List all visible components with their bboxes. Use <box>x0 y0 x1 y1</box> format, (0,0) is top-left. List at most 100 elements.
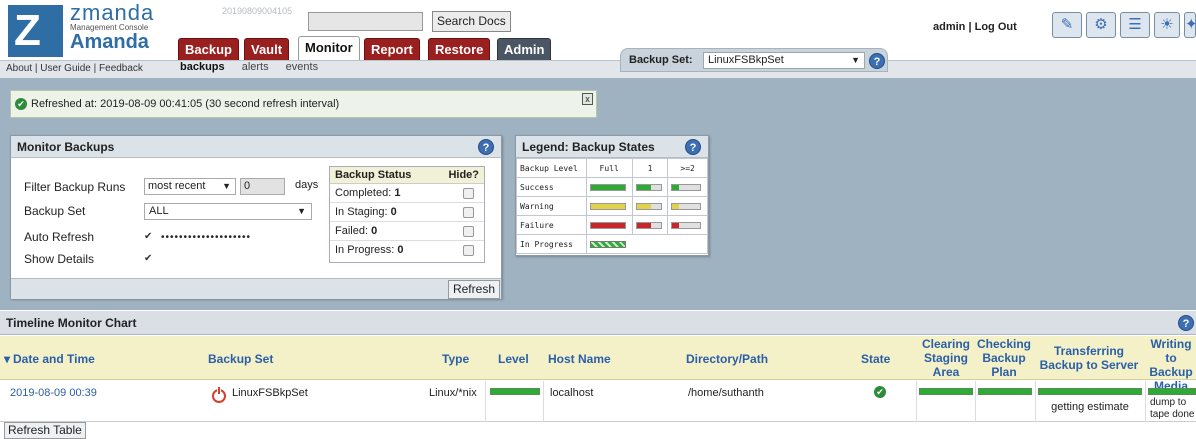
close-icon[interactable]: x <box>582 93 593 105</box>
status-label: Failed: <box>335 225 369 237</box>
warning-2-bar <box>671 202 702 210</box>
col-level[interactable]: Level <box>498 352 529 366</box>
show-details-checkbox[interactable]: ✔ <box>144 254 155 265</box>
tab-restore[interactable]: Restore <box>428 38 491 60</box>
timeline-panel: Timeline Monitor Chart ? ▾ Date and Time… <box>0 311 1196 439</box>
tab-admin[interactable]: Admin <box>497 38 552 60</box>
sort-desc-icon: ▾ <box>4 352 11 366</box>
col-type[interactable]: Type <box>442 352 469 366</box>
backup-set-value: LinuxFSBkpSet <box>708 54 784 66</box>
monitor-title: Monitor Backups <box>17 140 115 154</box>
help-icon[interactable]: ? <box>685 139 701 155</box>
backup-set-label: Backup Set: <box>629 54 693 66</box>
power-icon[interactable] <box>212 386 226 403</box>
help-links[interactable]: About | User Guide | Feedback <box>6 63 143 74</box>
col-host[interactable]: Host Name <box>548 352 611 366</box>
success-full-bar <box>589 183 626 191</box>
chevron-down-icon: ▼ <box>222 181 231 191</box>
refresh-table-button[interactable]: Refresh Table <box>4 422 86 439</box>
write-note: dump to tape done <box>1150 397 1195 420</box>
row-path: /home/suthanth <box>688 387 764 399</box>
legend-header: Backup Level <box>516 158 587 178</box>
legend-row-label: Failure <box>516 215 587 235</box>
checking-bar <box>978 388 1032 395</box>
transferring-bar <box>1038 388 1142 395</box>
scroll-icon[interactable]: ✎ <box>1052 12 1082 38</box>
logout-link[interactable]: Log Out <box>975 21 1017 33</box>
status-value: 0 <box>390 206 397 218</box>
help-icon[interactable]: ? <box>1178 315 1194 331</box>
row-date[interactable]: 2019-08-09 00:39 <box>10 387 97 399</box>
table-row[interactable]: 2019-08-09 00:39 LinuxFSBkpSet Linux/*ni… <box>0 381 1196 422</box>
clearing-bar <box>919 388 973 395</box>
tools-icon[interactable]: ⚙ <box>1086 12 1116 38</box>
status-header-label: Backup Status <box>335 169 412 181</box>
col-backup-set[interactable]: Backup Set <box>208 352 273 366</box>
status-row: In Staging: 0 <box>330 203 484 222</box>
help-icon[interactable]: ? <box>478 139 494 155</box>
row-type: Linux/*nix <box>429 387 477 399</box>
legend-row-label: Warning <box>516 196 587 216</box>
backup-set-filter-value: ALL <box>149 205 169 217</box>
col-checking[interactable]: Checking Backup Plan <box>976 337 1032 379</box>
refresh-text: Refreshed at: 2019-08-09 00:41:05 (30 se… <box>31 98 340 110</box>
subnav-events[interactable]: events <box>286 61 318 73</box>
tab-monitor[interactable]: Monitor <box>298 36 360 60</box>
days-label: days <box>295 179 319 191</box>
logo-text: zmanda Management Console Amanda <box>70 0 155 53</box>
search-docs-button[interactable]: Search Docs <box>432 11 511 32</box>
col-date[interactable]: Date and Time <box>13 352 95 366</box>
monitor-subnav: backups alerts events <box>180 61 332 73</box>
status-row: In Progress: 0 <box>330 241 484 260</box>
hide-checkbox[interactable] <box>463 226 474 237</box>
col-clearing[interactable]: Clearing Staging Area <box>918 337 974 379</box>
hide-header: Hide? <box>448 169 479 181</box>
subnav-alerts[interactable]: alerts <box>242 61 269 73</box>
legend-title-text: Legend: Backup States <box>522 140 655 154</box>
tab-backup[interactable]: Backup <box>178 38 239 60</box>
hide-checkbox[interactable] <box>463 207 474 218</box>
panel-title: Monitor Backups ? <box>11 136 501 158</box>
hide-checkbox[interactable] <box>463 188 474 199</box>
col-transferring[interactable]: Transferring Backup to Server <box>1036 344 1142 372</box>
subnav-backups[interactable]: backups <box>180 61 225 73</box>
help-icon[interactable]: ? <box>869 53 885 69</box>
book-icon[interactable]: ☰ <box>1120 12 1150 38</box>
search-docs-input[interactable] <box>308 12 423 31</box>
backup-set-dropdown[interactable]: LinuxFSBkpSet ▼ <box>703 52 865 69</box>
status-header: Backup Status Hide? <box>330 167 484 184</box>
tab-vault[interactable]: Vault <box>244 38 290 60</box>
status-value: 0 <box>371 225 378 237</box>
status-label: Completed: <box>335 187 392 199</box>
refresh-message: ✔ Refreshed at: 2019-08-09 00:41:05 (30 … <box>10 90 597 118</box>
legend-header: 1 <box>631 158 669 178</box>
backup-set-filter-select[interactable]: ALL ▼ <box>144 203 312 220</box>
legend-panel: Legend: Backup States ? Backup Level Ful… <box>515 135 709 256</box>
success-2-bar <box>671 183 702 191</box>
col-path[interactable]: Directory/Path <box>686 352 768 366</box>
backup-status-table: Backup Status Hide? Completed: 1 In Stag… <box>329 166 485 263</box>
col-state[interactable]: State <box>861 352 890 366</box>
lightbulb-icon[interactable]: ☀ <box>1154 12 1180 38</box>
timeline-title-text: Timeline Monitor Chart <box>6 316 137 330</box>
tab-report[interactable]: Report <box>364 38 420 60</box>
refresh-button[interactable]: Refresh <box>447 280 500 299</box>
transfer-note: getting estimate <box>1051 401 1129 413</box>
level-bar <box>490 388 540 395</box>
auto-refresh-label: Auto Refresh <box>24 230 95 244</box>
backup-set-label: Backup Set <box>24 204 86 218</box>
hide-checkbox[interactable] <box>463 245 474 256</box>
legend-row-label: In Progress <box>516 234 587 254</box>
failure-full-bar <box>589 221 626 229</box>
check-icon: ✔ <box>15 98 27 110</box>
filter-select[interactable]: most recent ▼ <box>144 178 236 195</box>
auto-refresh-checkbox[interactable]: ✔ <box>144 232 155 243</box>
logo-line1: zmanda <box>70 0 155 25</box>
filter-days-input[interactable]: 0 <box>240 178 285 195</box>
legend-title: Legend: Backup States ? <box>516 136 708 158</box>
user-links: admin | Log Out <box>933 21 1017 33</box>
failure-1-bar <box>635 221 662 229</box>
panel-footer: Refresh <box>11 278 501 299</box>
status-row: Completed: 1 <box>330 184 484 203</box>
bird-icon[interactable]: ✦ <box>1184 12 1196 38</box>
